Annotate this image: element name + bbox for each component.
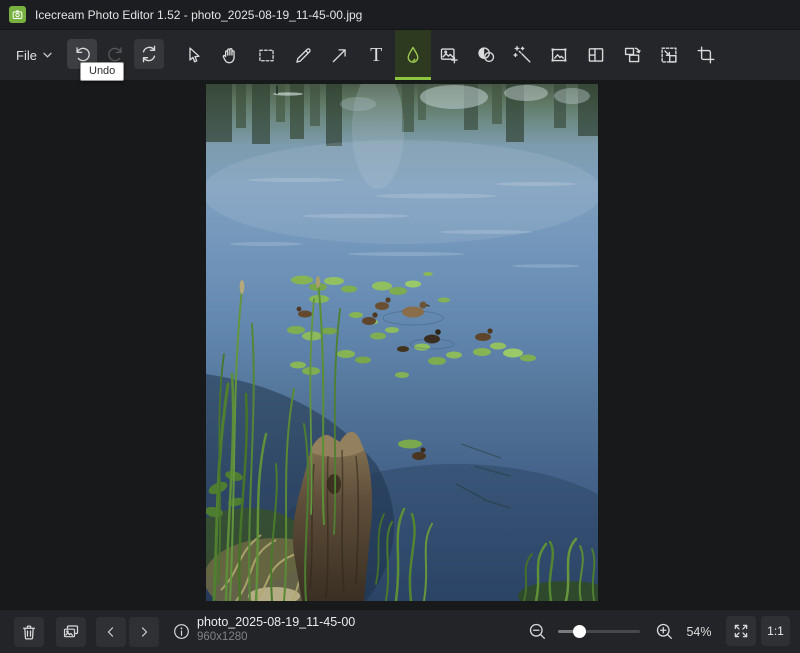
chevron-right-icon [135,623,153,641]
photo-editor-window: Icecream Photo Editor 1.52 - photo_2025-… [0,0,800,653]
droplet-icon [402,44,424,66]
status-bar: photo_2025-08-19_11-45-00 960x1280 54% [0,610,800,653]
trash-icon [19,622,39,642]
previous-image-button[interactable] [96,617,126,647]
next-image-button[interactable] [129,617,159,647]
file-meta: photo_2025-08-19_11-45-00 960x1280 [197,616,355,643]
gallery-button[interactable] [56,617,86,647]
file-menu-label: File [16,48,37,63]
rotate-copy-icon [621,44,643,66]
resize-icon [658,44,680,66]
reset-button[interactable] [134,39,164,69]
app-logo [9,6,26,23]
chevron-down-icon [43,52,52,59]
reset-icon [138,43,160,65]
tool-filters[interactable] [395,30,432,80]
magic-wand-icon [512,44,534,66]
tool-frame[interactable] [541,30,578,80]
pencil-icon [293,45,314,66]
window-title: Icecream Photo Editor 1.52 - photo_2025-… [35,8,362,22]
image-info [172,622,191,641]
title-bar: Icecream Photo Editor 1.52 - photo_2025-… [0,0,800,30]
zoom-percent: 54% [681,625,717,639]
tool-collage[interactable] [578,30,615,80]
crop-icon [695,44,717,66]
marquee-icon [256,45,277,66]
file-menu[interactable]: File [16,30,52,80]
tool-resize[interactable] [651,30,688,80]
tool-text[interactable]: T [358,30,395,80]
gallery-icon [61,622,81,642]
zoom-slider-knob[interactable] [573,625,586,638]
arrow-icon [329,45,350,66]
canvas-area[interactable] [0,80,800,610]
file-name: photo_2025-08-19_11-45-00 [197,616,355,629]
undo-tooltip: Undo [80,62,124,81]
tool-tabs: T [175,30,724,80]
tool-rotate-copy[interactable] [614,30,651,80]
tool-add-image[interactable] [431,30,468,80]
hand-icon [219,45,240,66]
photo-canvas[interactable] [206,84,598,601]
text-icon: T [370,45,382,65]
image-plus-icon [438,44,460,66]
tool-arrow[interactable] [321,30,358,80]
tool-hand[interactable] [212,30,249,80]
delete-button[interactable] [14,617,44,647]
tool-adjust-colors[interactable] [468,30,505,80]
chevron-left-icon [102,623,120,641]
zoom-in-button[interactable] [654,621,675,642]
layout-icon [585,44,607,66]
tool-draw[interactable] [285,30,322,80]
expand-icon [731,621,751,641]
zoom-out-button[interactable] [527,621,548,642]
tool-select-area[interactable] [248,30,285,80]
lake-ducks-photo [206,84,598,601]
tool-effects[interactable] [504,30,541,80]
info-icon [172,622,191,641]
actual-size-button[interactable]: 1:1 [761,616,790,646]
zoom-in-icon [654,621,675,642]
color-circles-icon [475,44,497,66]
tool-crop[interactable] [687,30,724,80]
camera-icon [11,8,24,21]
zoom-out-icon [527,621,548,642]
pointer-icon [183,45,204,66]
fit-screen-button[interactable] [726,616,756,646]
tool-pointer[interactable] [175,30,212,80]
zoom-slider[interactable] [558,630,640,633]
frame-icon [548,44,570,66]
file-dimensions: 960x1280 [197,632,355,644]
